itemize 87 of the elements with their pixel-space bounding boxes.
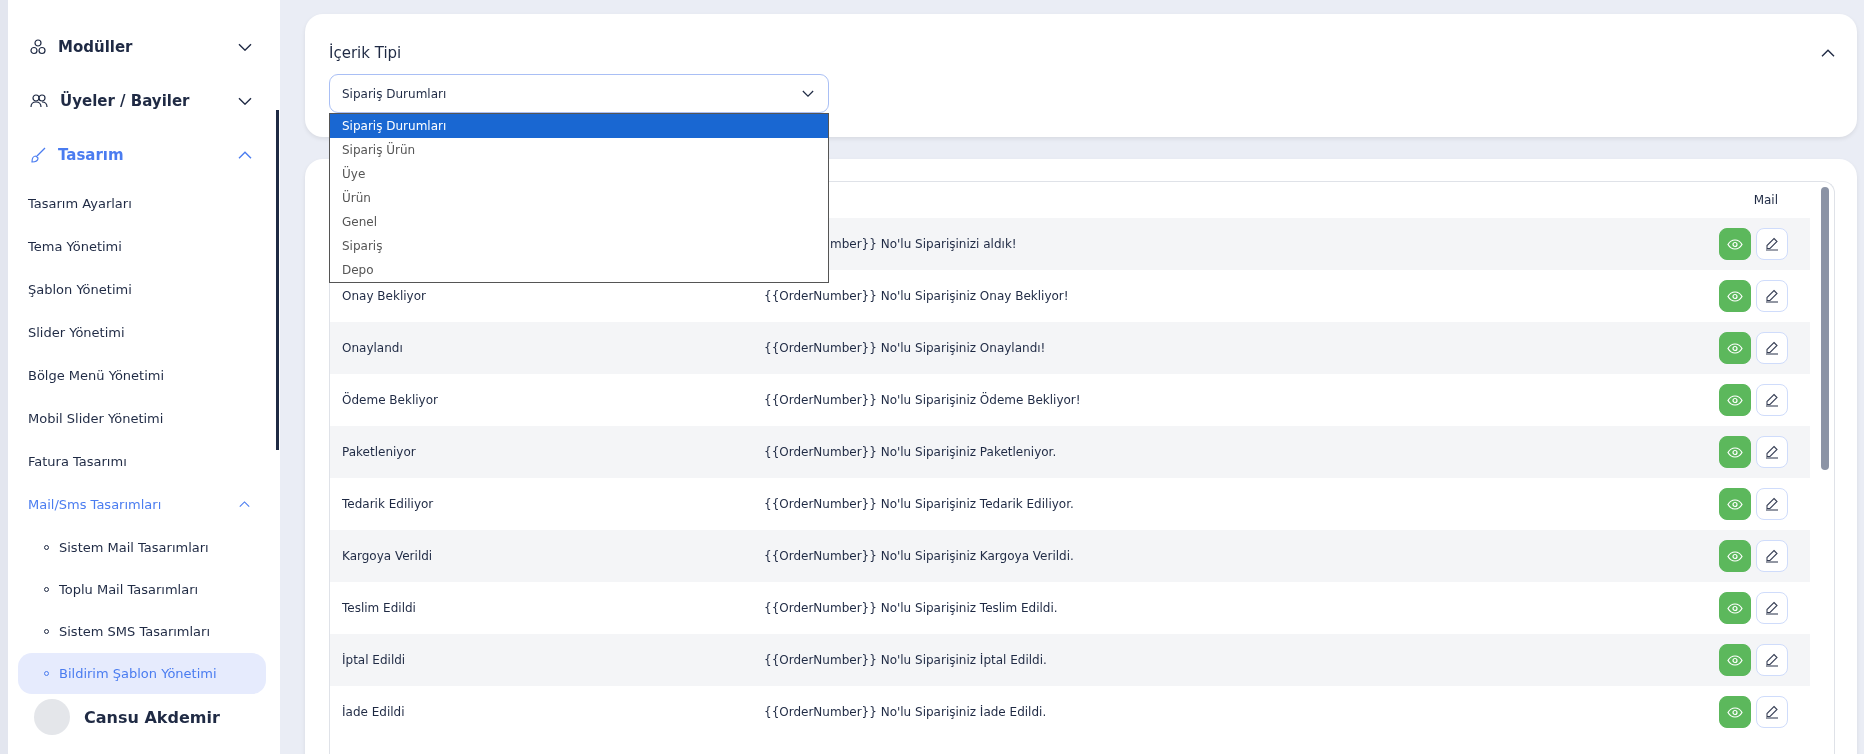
view-button[interactable]: [1719, 228, 1751, 260]
view-button[interactable]: [1719, 540, 1751, 572]
sidebar-subitem[interactable]: Fatura Tasarımı: [8, 440, 280, 483]
edit-button[interactable]: [1756, 540, 1788, 572]
edit-button[interactable]: [1756, 644, 1788, 676]
chevron-icon: [238, 150, 252, 160]
table-cell: İade Edildi: [342, 705, 405, 719]
pencil-icon: [1765, 445, 1779, 459]
eye-icon: [1727, 342, 1743, 354]
pencil-icon: [1765, 601, 1779, 615]
edit-button[interactable]: [1756, 488, 1788, 520]
brush-icon: [30, 147, 46, 163]
eye-icon: [1727, 550, 1743, 562]
edit-button[interactable]: [1756, 228, 1788, 260]
eye-icon: [1727, 498, 1743, 510]
eye-icon: [1727, 706, 1743, 718]
users-icon: [30, 94, 48, 108]
sidebar-subitem[interactable]: Şablon Yönetimi: [8, 268, 280, 311]
edit-button[interactable]: [1756, 592, 1788, 624]
sidebar-subitem[interactable]: Slider Yönetimi: [8, 311, 280, 354]
table-cell: {{OrderNumber}} No'lu Siparişiniz Paketleniyor.: [764, 445, 1057, 459]
table-cell: {{OrderNumber}} No'lu Siparişiniz Tedarik Ediliyor.: [764, 497, 1074, 511]
sidebar-link[interactable]: Toplu Mail Tasarımları: [18, 569, 266, 610]
pencil-icon: [1765, 549, 1779, 563]
pencil-icon: [1765, 341, 1779, 355]
table-cell: İptal Edildi: [342, 653, 406, 667]
pencil-icon: [1765, 237, 1779, 251]
edit-button[interactable]: [1756, 436, 1788, 468]
column-header: Mail: [1753, 193, 1778, 207]
dropdown-option[interactable]: Sipariş Durumları: [330, 114, 828, 138]
sidebar-subitem[interactable]: Mobil Slider Yönetimi: [8, 397, 280, 440]
table-cell: Teslim Edildi: [342, 601, 416, 615]
avatar: [34, 699, 70, 735]
select-field[interactable]: Sipariş Durumları: [329, 74, 829, 113]
table-cell: mber}} No'lu Siparişinizi aldık!: [830, 237, 1017, 251]
eye-icon: [1727, 654, 1743, 666]
pencil-icon: [1765, 393, 1779, 407]
sidebar-link[interactable]: Sistem SMS Tasarımları: [18, 611, 266, 652]
edit-button[interactable]: [1756, 280, 1788, 312]
table-cell: {{OrderNumber}} No'lu Siparişiniz Onay Bekliyor!: [764, 289, 1069, 303]
eye-icon: [1727, 446, 1743, 458]
sidebar-item[interactable]: Üyeler / Bayiler: [8, 74, 280, 128]
eye-icon: [1727, 602, 1743, 614]
view-button[interactable]: [1719, 332, 1751, 364]
pencil-icon: [1765, 497, 1779, 511]
table-cell: {{OrderNumber}} No'lu Siparişiniz Teslim Edildi.: [764, 601, 1058, 615]
sidebar-subitem[interactable]: Mail/Sms Tasarımları: [8, 483, 280, 526]
table-cell: Onay Bekliyor: [342, 289, 426, 303]
table-cell: {{OrderNumber}} No'lu Siparişiniz Onaylandı!: [764, 341, 1046, 355]
edit-button[interactable]: [1756, 696, 1788, 728]
chevron-icon: [238, 42, 252, 52]
eye-icon: [1727, 238, 1743, 250]
view-button[interactable]: [1719, 592, 1751, 624]
user-name: Cansu Akdemir: [84, 707, 220, 727]
eye-icon: [1727, 394, 1743, 406]
table-cell: Kargoya Verildi: [342, 549, 433, 563]
sidebar-item[interactable]: Tasarım: [8, 128, 280, 182]
table-cell: Paketleniyor: [342, 445, 416, 459]
pencil-icon: [1765, 705, 1779, 719]
pencil-icon: [1765, 653, 1779, 667]
sidebar-subitem[interactable]: Bölge Menü Yönetimi: [8, 354, 280, 397]
view-button[interactable]: [1719, 436, 1751, 468]
chevron-icon: [802, 89, 814, 98]
sidebar-item[interactable]: Modüller: [8, 20, 280, 74]
eye-icon: [1727, 290, 1743, 302]
pencil-icon: [1765, 289, 1779, 303]
edit-button[interactable]: [1756, 332, 1788, 364]
table-cell: Tedarik Ediliyor: [342, 497, 434, 511]
edit-button[interactable]: [1756, 384, 1788, 416]
scrollbar[interactable]: [1821, 187, 1829, 470]
table-cell: {{OrderNumber}} No'lu Siparişiniz Ödeme Bekliyor!: [764, 393, 1081, 407]
card-title: İçerik Tipi: [329, 44, 402, 62]
sidebar-subitem[interactable]: Tasarım Ayarları: [8, 182, 280, 225]
view-button[interactable]: [1719, 696, 1751, 728]
view-button[interactable]: [1719, 644, 1751, 676]
table-cell: Ödeme Bekliyor: [342, 393, 438, 407]
sidebar-subitem[interactable]: Tema Yönetimi: [8, 225, 280, 268]
table-cell: Onaylandı: [342, 341, 403, 355]
view-button[interactable]: [1719, 384, 1751, 416]
table-cell: {{OrderNumber}} No'lu Siparişiniz İptal Edildi.: [764, 653, 1047, 667]
circles-icon: [30, 39, 46, 55]
table-cell: {{OrderNumber}} No'lu Siparişiniz Kargoya Verildi.: [764, 549, 1074, 563]
view-button[interactable]: [1719, 488, 1751, 520]
table-cell: {{OrderNumber}} No'lu Siparişiniz İade Edildi.: [764, 705, 1047, 719]
chevron-icon: [238, 96, 252, 106]
sidebar-link[interactable]: Sistem Mail Tasarımları: [18, 527, 266, 568]
view-button[interactable]: [1719, 280, 1751, 312]
